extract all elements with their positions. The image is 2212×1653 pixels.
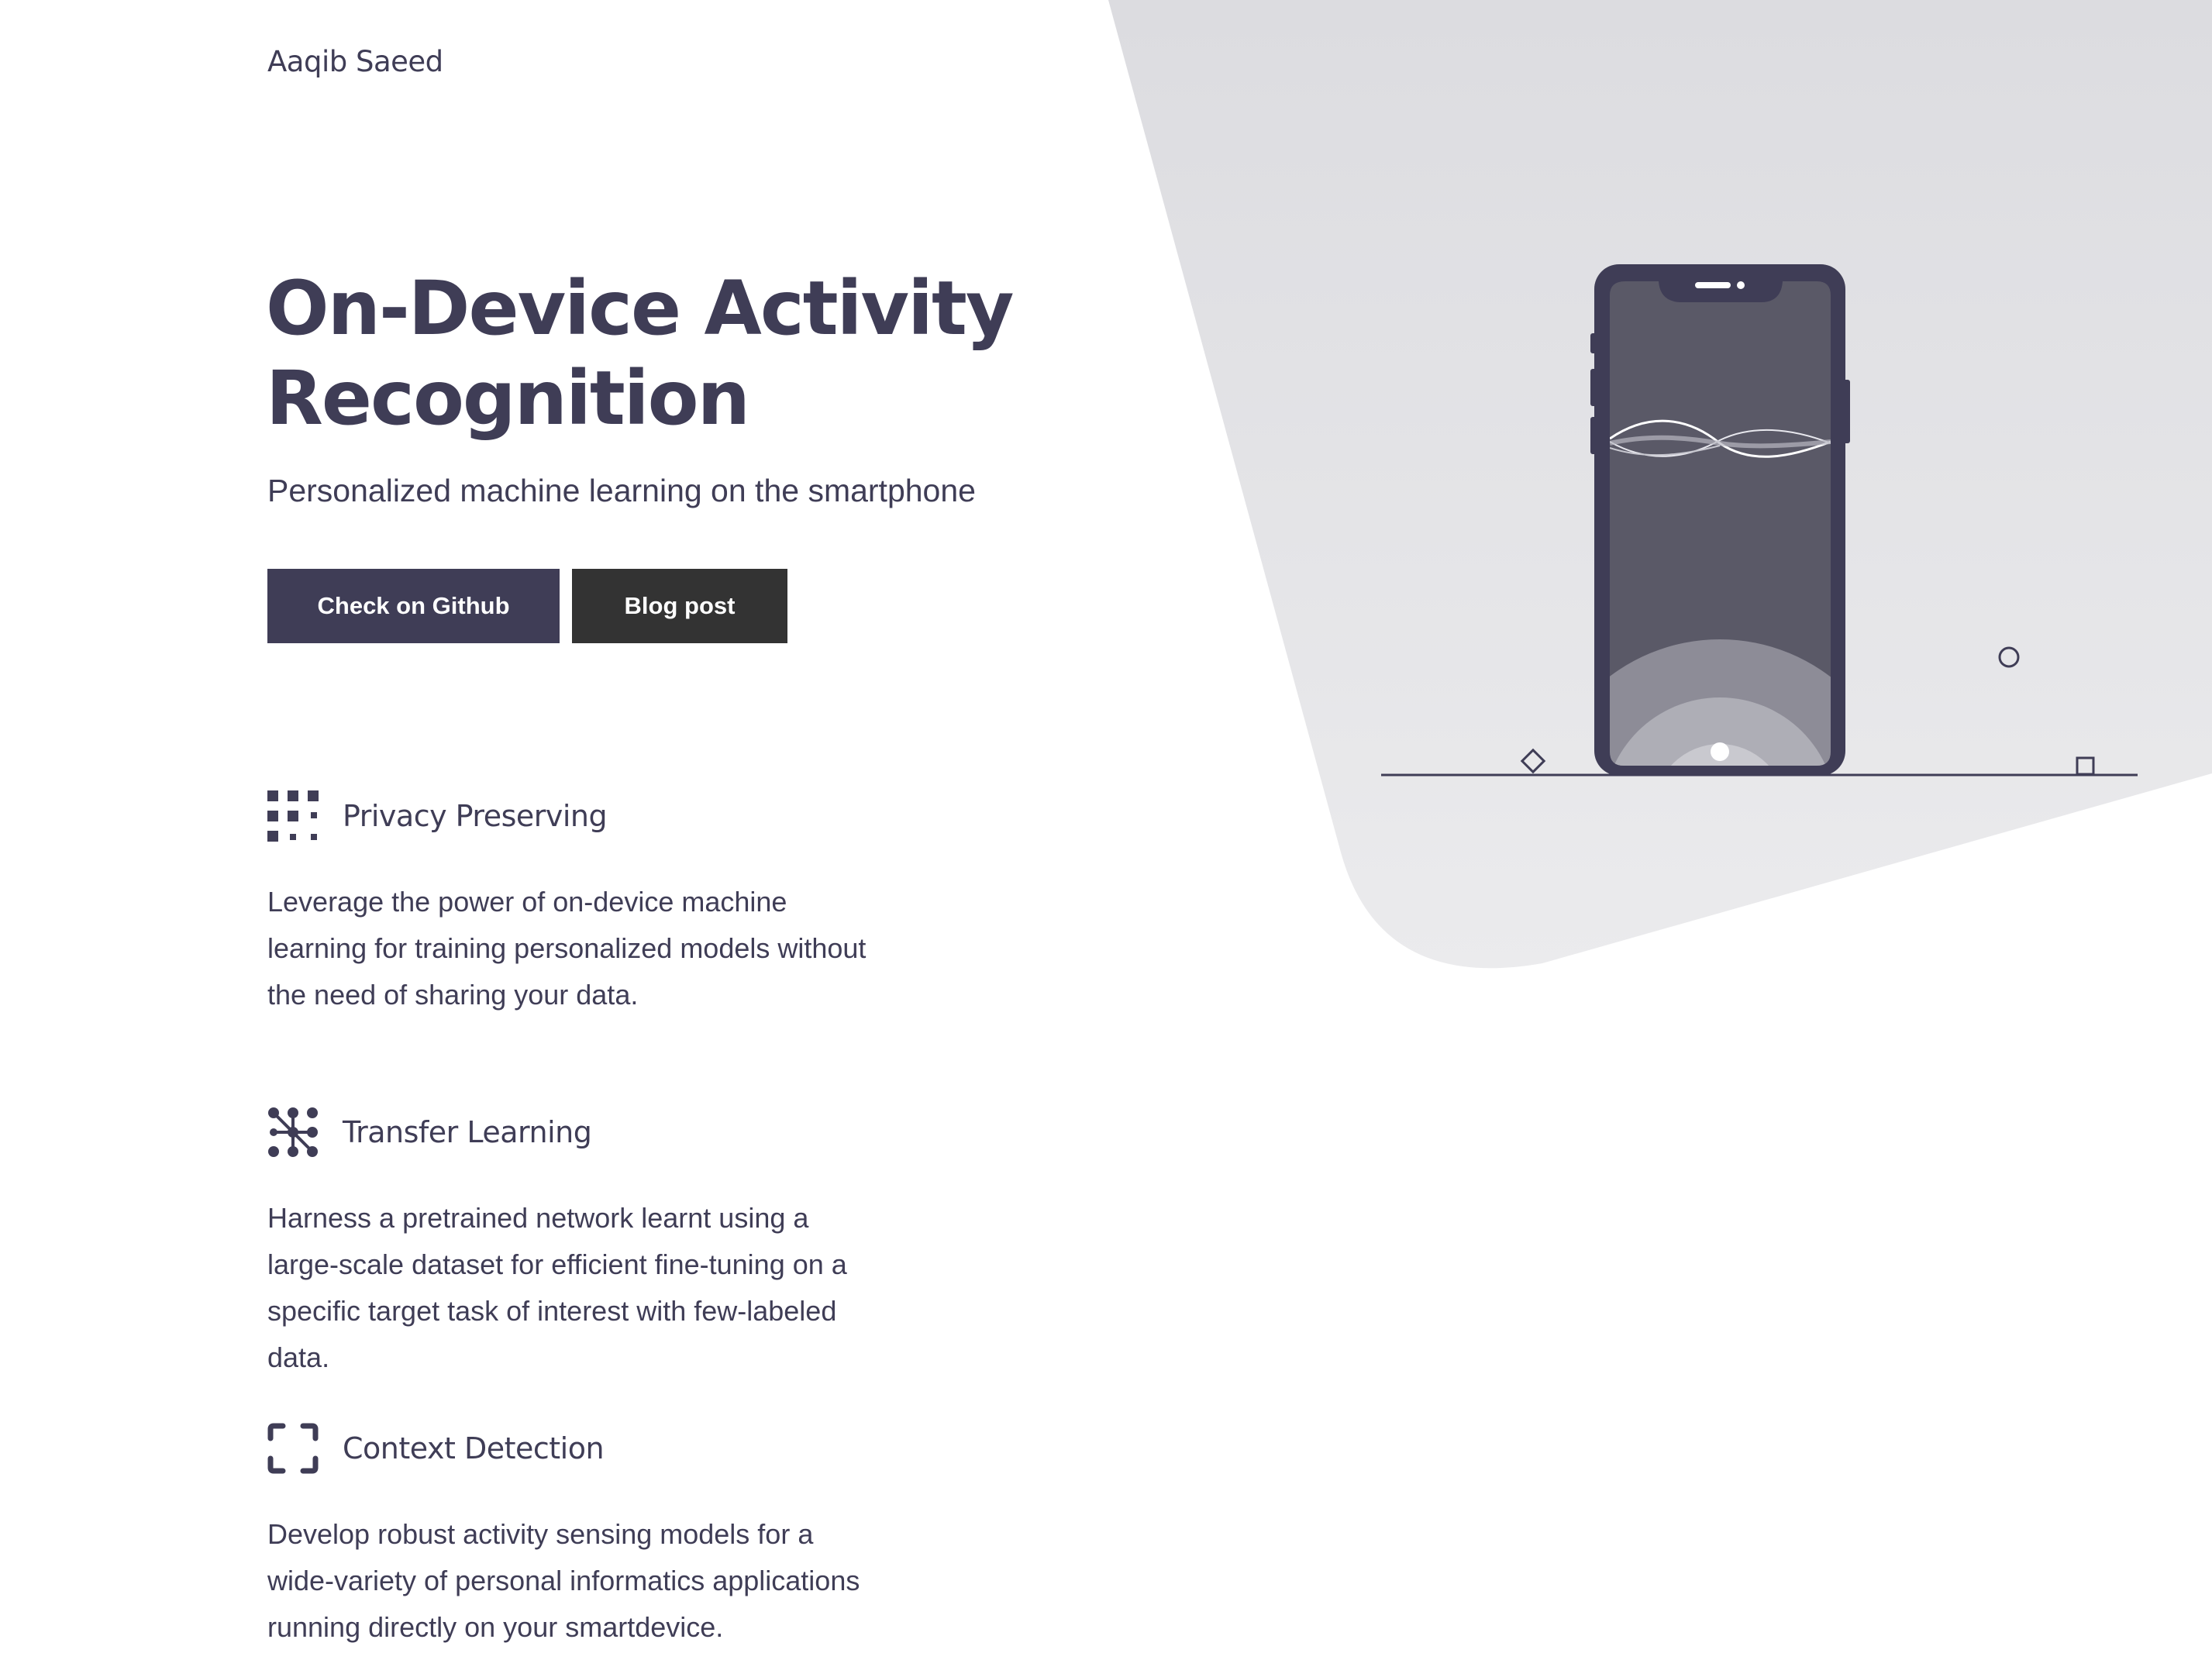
camera [1737,281,1745,289]
page-subtitle: Personalized machine learning on the sma… [267,473,976,508]
feature-description: Develop robust activity sensing models f… [267,1518,860,1643]
diamond-shape [1520,748,1546,774]
speaker [1695,282,1731,288]
feature-transfer-learning: Transfer Learning Harness a pretrained n… [267,1107,903,1381]
grid-dots-icon [267,790,319,842]
page-title: On-Device Activity Recognition [266,265,1014,442]
brand-name[interactable]: Aaqib Saeed [267,45,443,78]
home-dot [1711,742,1729,761]
feature-description: Leverage the power of on-device machine … [267,886,867,1011]
square-shape [2076,756,2095,776]
network-dots-icon [268,1107,318,1157]
feature-context-detection: Context Detection Develop robust activit… [267,1423,903,1651]
blog-post-button[interactable]: Blog post [572,569,787,643]
feature-title: Privacy Preserving [343,799,608,833]
focus-frame-icon [267,1423,319,1474]
feature-description: Harness a pretrained network learnt usin… [267,1202,847,1373]
circle-shape [1998,646,2020,668]
feature-title: Transfer Learning [343,1115,592,1149]
feature-privacy: Privacy Preserving Leverage the power of… [267,790,903,1018]
feature-title: Context Detection [343,1431,605,1465]
github-button[interactable]: Check on Github [267,569,560,643]
page: Aaqib Saeed On-Device Activity Recogniti… [0,0,2212,1653]
